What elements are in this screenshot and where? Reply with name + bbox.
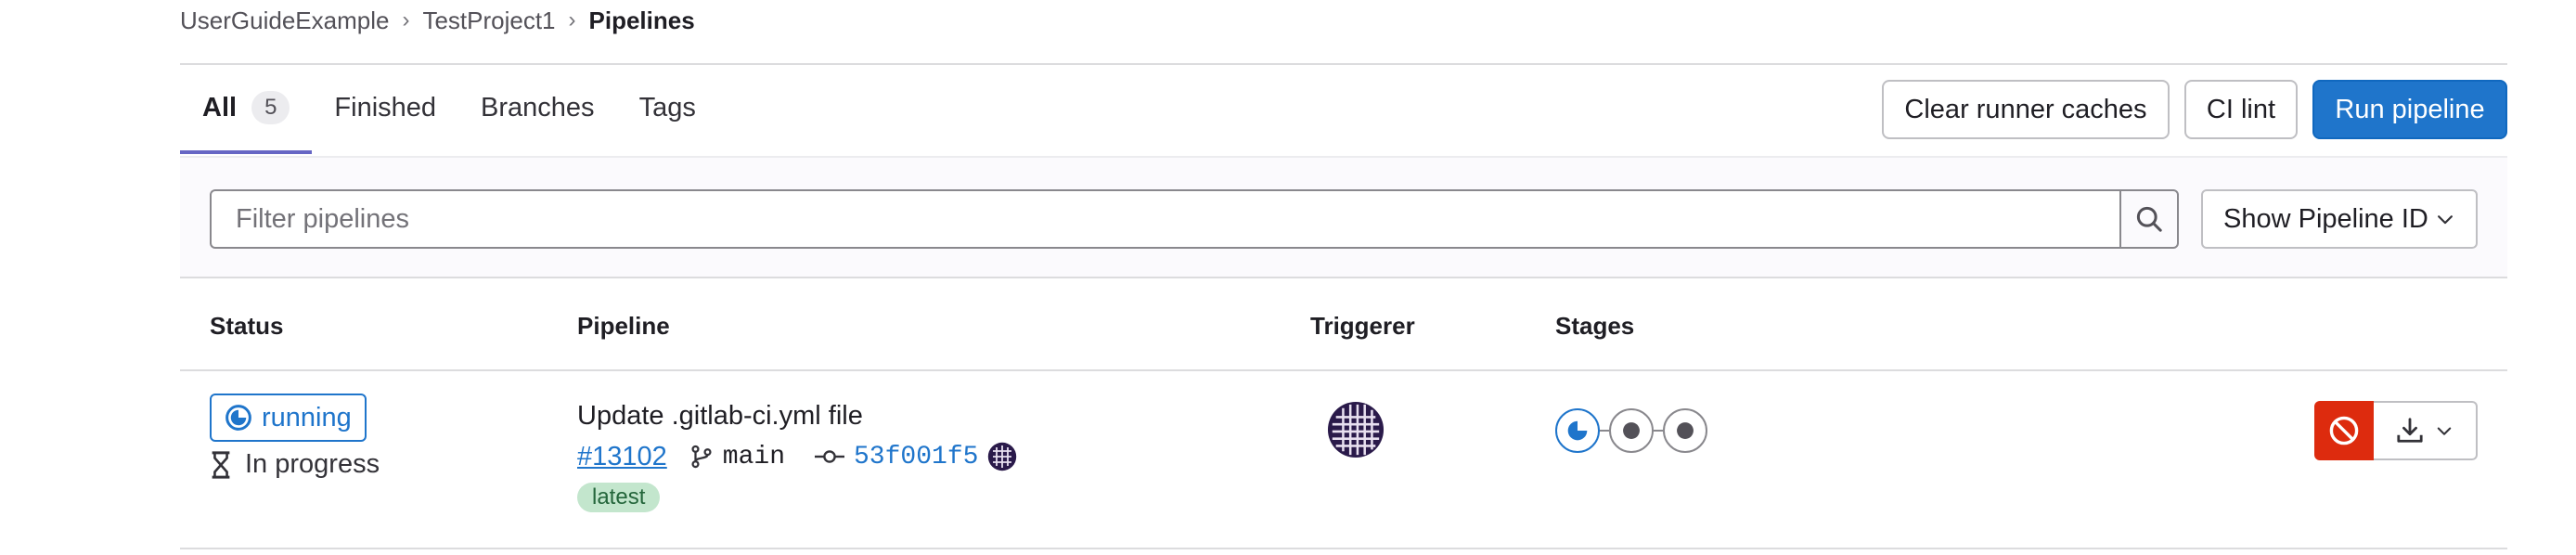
status-label: running [262,402,352,432]
column-header-triggerer: Triggerer [1310,312,1415,340]
commit-icon [815,450,844,463]
pipeline-meta: #13102 main 53f001f5 [577,438,1017,475]
chevron-down-icon [2438,215,2453,225]
branch-icon [691,445,712,469]
download-icon [2397,418,2423,443]
stages-mini-graph [1555,407,1707,455]
duration-text: In progress [245,449,380,479]
chevron-right-icon: › [568,7,576,32]
stage-created[interactable] [1663,408,1707,453]
chevron-right-icon: › [402,7,410,32]
commit-sha-link[interactable]: 53f001f5 [854,443,978,471]
tab-all-label: All [202,92,238,123]
search-button[interactable] [2119,189,2179,249]
select-label: Show Pipeline ID [2223,203,2428,234]
tab-tags[interactable]: Tags [617,65,718,154]
commit-title[interactable]: Update .gitlab-ci.yml file [577,401,863,432]
pipeline-duration: In progress [210,449,380,480]
filter-bar: Show Pipeline ID [180,156,2507,278]
status-created-icon [1623,422,1640,439]
status-running-icon [225,405,251,431]
filter-pipelines-input[interactable] [210,189,2119,249]
tab-finished[interactable]: Finished [312,65,458,154]
breadcrumb-item-group[interactable]: UserGuideExample [180,6,389,35]
run-pipeline-button[interactable]: Run pipeline [2312,80,2507,139]
cancel-pipeline-button[interactable] [2314,401,2374,460]
breadcrumb-item-current[interactable]: Pipelines [589,6,695,35]
status-created-icon [1677,422,1694,439]
status-badge[interactable]: running [210,394,367,442]
triggerer-avatar[interactable] [1327,401,1385,458]
status-running-icon [1567,420,1588,441]
pipeline-tabs: All 5 Finished Branches Tags [180,65,718,154]
tab-all-count: 5 [251,91,290,124]
column-header-status: Status [210,312,284,340]
hourglass-icon [212,450,230,479]
tab-tags-label: Tags [638,92,696,123]
column-header-stages: Stages [1555,312,1635,340]
branch-name[interactable]: main [723,443,785,471]
tab-branches-label: Branches [481,92,595,123]
download-artifacts-dropdown[interactable] [2374,401,2478,460]
tab-branches[interactable]: Branches [458,65,617,154]
show-pipeline-id-select[interactable]: Show Pipeline ID [2201,189,2478,249]
chevron-down-icon [2437,427,2452,435]
cancel-icon [2329,416,2359,445]
stage-running[interactable] [1555,408,1600,453]
divider [180,369,2507,371]
search-icon [2136,206,2162,232]
latest-badge: latest [577,483,661,512]
avatar[interactable] [987,442,1017,471]
pipelines-page: UserGuideExample › TestProject1 › Pipeli… [0,0,2576,555]
clear-runner-caches-button[interactable]: Clear runner caches [1882,80,2170,139]
stage-created[interactable] [1609,408,1654,453]
divider [180,548,2507,549]
ci-lint-button[interactable]: CI lint [2184,80,2298,139]
stage-connector [1600,430,1609,432]
breadcrumb: UserGuideExample › TestProject1 › Pipeli… [180,0,695,41]
pipeline-id-link[interactable]: #13102 [577,442,667,472]
tab-all[interactable]: All 5 [180,65,313,154]
breadcrumb-item-project[interactable]: TestProject1 [422,6,555,35]
stage-connector [1654,430,1663,432]
column-header-pipeline: Pipeline [577,312,670,340]
tab-finished-label: Finished [334,92,437,123]
